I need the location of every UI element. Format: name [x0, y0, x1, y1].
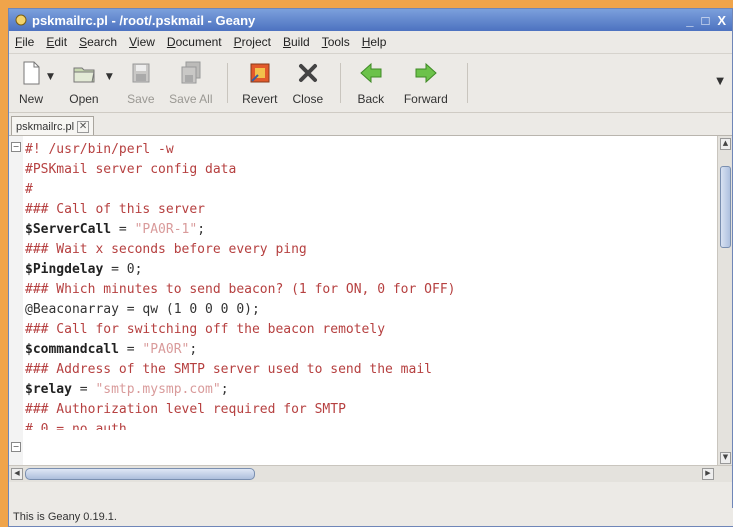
- save-icon: [132, 63, 150, 83]
- forward-arrow-icon: [415, 62, 437, 84]
- code-line: $ServerCall = "PA0R-1";: [25, 222, 206, 237]
- code-line: ### Which minutes to send beacon? (1 for…: [25, 282, 456, 297]
- code-line: $commandcall = "PA0R";: [25, 342, 198, 357]
- scroll-left-icon[interactable]: ◀: [11, 468, 23, 480]
- vertical-scrollbar[interactable]: ▲ ▼: [717, 136, 732, 466]
- scroll-right-icon[interactable]: ▶: [702, 468, 714, 480]
- toolbar-separator: [226, 63, 228, 103]
- toolbar-overflow-icon[interactable]: ▼: [716, 76, 724, 87]
- code-line: #PSKmail server config data: [25, 162, 237, 177]
- code-line: #: [25, 182, 33, 197]
- code-editor[interactable]: − − #! /usr/bin/perl -w #PSKmail server …: [9, 135, 732, 482]
- toolbar-separator: [339, 63, 341, 103]
- code-line: # 0 = no auth: [25, 422, 127, 430]
- status-bar: This is Geany 0.19.1.: [9, 508, 733, 526]
- code-text[interactable]: #! /usr/bin/perl -w #PSKmail server conf…: [25, 140, 712, 430]
- save-all-icon: [181, 61, 201, 84]
- menu-search[interactable]: Search: [79, 35, 117, 49]
- menu-document[interactable]: Document: [167, 35, 222, 49]
- revert-label: Revert: [242, 92, 278, 106]
- forward-button[interactable]: Forward: [393, 57, 459, 109]
- code-line: @Beaconarray = qw (1 0 0 0 0);: [25, 302, 260, 317]
- open-label: Open: [69, 92, 99, 106]
- save-all-label: Save All: [169, 92, 213, 106]
- tab-close-icon[interactable]: ✕: [77, 121, 90, 133]
- code-line: ### Call of this server: [25, 202, 206, 217]
- back-button[interactable]: Back: [349, 57, 393, 109]
- horizontal-scroll-thumb[interactable]: [25, 468, 255, 480]
- vertical-scroll-thumb[interactable]: [720, 166, 731, 248]
- menu-project[interactable]: Project: [234, 35, 271, 49]
- tab-label: pskmailrc.pl: [16, 121, 75, 133]
- menu-tools[interactable]: Tools: [322, 35, 350, 49]
- menu-build[interactable]: Build: [283, 35, 310, 49]
- close-icon: [298, 64, 317, 82]
- tab-pskmailrc[interactable]: pskmailrc.pl ✕: [11, 116, 95, 137]
- revert-button[interactable]: Revert: [236, 57, 284, 109]
- geany-app-icon: [15, 14, 27, 26]
- close-button[interactable]: Close: [284, 57, 332, 109]
- geany-window: pskmailrc.pl - /root/.pskmail - Geany _ …: [8, 8, 733, 527]
- maximize-button[interactable]: □: [701, 13, 709, 28]
- status-text: This is Geany 0.19.1.: [13, 511, 117, 523]
- fold-gutter: − −: [9, 136, 23, 482]
- close-label: Close: [292, 92, 324, 106]
- fold-marker-icon[interactable]: −: [11, 442, 21, 452]
- new-button[interactable]: New: [13, 57, 49, 109]
- menu-bar: File Edit Search View Document Project B…: [9, 31, 732, 54]
- save-all-button[interactable]: Save All: [163, 57, 219, 109]
- menu-edit[interactable]: Edit: [46, 35, 67, 49]
- code-line: $relay = "smtp.mysmp.com";: [25, 382, 229, 397]
- save-button[interactable]: Save: [119, 57, 163, 109]
- window-title: pskmailrc.pl - /root/.pskmail - Geany: [32, 12, 256, 28]
- menu-file[interactable]: File: [15, 35, 34, 49]
- menu-view[interactable]: View: [129, 35, 155, 49]
- code-line: #! /usr/bin/perl -w: [25, 142, 174, 157]
- code-line: ### Address of the SMTP server used to s…: [25, 362, 432, 377]
- title-bar[interactable]: pskmailrc.pl - /root/.pskmail - Geany _ …: [9, 9, 732, 31]
- code-line: ### Authorization level required for SMT…: [25, 402, 346, 417]
- back-label: Back: [357, 92, 385, 106]
- fold-marker-icon[interactable]: −: [11, 142, 21, 152]
- code-line: ### Call for switching off the beacon re…: [25, 322, 386, 337]
- back-arrow-icon: [360, 62, 382, 84]
- menu-help[interactable]: Help: [362, 35, 387, 49]
- code-line: $Pingdelay = 0;: [25, 262, 143, 277]
- toolbar-separator: [466, 63, 468, 103]
- scroll-up-icon[interactable]: ▲: [720, 138, 731, 150]
- new-label: New: [18, 92, 43, 106]
- new-file-icon: [23, 61, 40, 85]
- open-folder-icon: [73, 67, 95, 83]
- save-label: Save: [127, 92, 155, 106]
- code-line: ### Wait x seconds before every ping: [25, 242, 307, 257]
- close-window-button[interactable]: X: [717, 13, 726, 28]
- scroll-down-icon[interactable]: ▼: [720, 452, 731, 464]
- revert-icon: [250, 63, 270, 83]
- minimize-button[interactable]: _: [686, 13, 693, 28]
- horizontal-scrollbar[interactable]: ◀ ▶: [9, 465, 732, 482]
- forward-label: Forward: [403, 92, 448, 106]
- open-button[interactable]: Open: [60, 57, 108, 109]
- toolbar: New ▼ Open ▼ Save Save All Revert Close …: [9, 54, 732, 113]
